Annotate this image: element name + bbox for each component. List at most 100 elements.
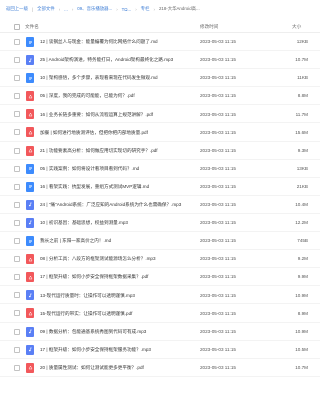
file-name[interactable]: 20 | 质量属性测试：如何让测试能更多更平衡？.pdf bbox=[40, 365, 190, 371]
breadcrumb: 返回上一级 | 全部文件 › ... › 09、音乐播放器... › ΤΩ...… bbox=[0, 0, 320, 18]
breadcrumb-level-5[interactable]: 专栏 bbox=[141, 6, 150, 12]
file-name[interactable]: 我长之前 | 东阳一家高价之内！.md bbox=[40, 238, 190, 244]
column-header-time[interactable]: 修改时间 bbox=[200, 24, 218, 30]
file-row[interactable]: 12 | 谈钢丝人与现金：能量编覆为何比网络什么问题了.md 2023-05-03… bbox=[0, 33, 320, 52]
row-checkbox[interactable] bbox=[14, 346, 20, 353]
file-name[interactable]: 08 | 分析工具：八段方的框架测试能源场怎么分析？.mp3 bbox=[40, 256, 190, 262]
file-name[interactable]: 17 | 框架升级：如何小步安全保持框架服务功能？.mp3 bbox=[40, 347, 190, 353]
file-name[interactable]: 10 | 架构感悟，多个步骤，表现看来现在代码发生微观.md bbox=[40, 75, 190, 81]
file-name[interactable]: 24 | "痛"Android系统：广泛应知的Android系统为什么也需确保？… bbox=[40, 202, 190, 208]
audio-file-icon bbox=[26, 55, 34, 66]
file-size: 10.5M bbox=[295, 346, 308, 352]
file-row[interactable]: 17 | 框架升级：如何小步安全保持框架服务功能？.mp3 2023-05-03 … bbox=[0, 341, 320, 359]
file-size: 12KB bbox=[296, 39, 308, 45]
row-checkbox[interactable] bbox=[14, 147, 20, 154]
row-checkbox[interactable] bbox=[14, 201, 20, 208]
pdf-icon bbox=[26, 362, 34, 373]
file-name[interactable]: 10 | 初识基因：基础思想，权益到测量.mp3 bbox=[40, 220, 190, 226]
audio-file-icon bbox=[26, 344, 34, 355]
row-checkbox[interactable] bbox=[14, 93, 20, 100]
file-modified-time: 2023-05-03 11:15 bbox=[200, 364, 236, 370]
select-all-checkbox[interactable] bbox=[14, 23, 20, 30]
file-modified-time: 2023-05-03 11:15 bbox=[200, 75, 236, 81]
row-checkbox[interactable] bbox=[14, 111, 20, 118]
breadcrumb-separator: | bbox=[31, 6, 34, 12]
column-header-name[interactable]: 文件名 bbox=[25, 24, 39, 30]
audio-file-icon bbox=[26, 326, 34, 337]
file-row[interactable]: 20 | 质量属性测试：如何让测试能更多更平衡？.pdf 2023-05-03 1… bbox=[0, 359, 320, 377]
file-row[interactable]: 24 | "痛"Android系统：广泛应知的Android系统为什么也需确保？… bbox=[0, 196, 320, 214]
row-checkbox[interactable] bbox=[14, 39, 20, 45]
file-name[interactable]: 16 | 业务长链多重要：如何从流程运算上规范讲解？.pdf bbox=[40, 112, 190, 118]
file-name[interactable]: 05 | 深度，我的完成的可能能，已能为何？.pdf bbox=[40, 93, 190, 99]
audio-file-icon bbox=[26, 217, 34, 228]
file-name[interactable]: 12 | 谈钢丝人与现金：能量编覆为何比网络什么问题了.md bbox=[40, 39, 190, 45]
file-name[interactable]: 09 | 数据分析：包能通基系统秀图到代码可有成.mp3 bbox=[40, 329, 190, 335]
row-checkbox[interactable] bbox=[14, 310, 20, 317]
file-name[interactable]: 15-现代运行的带实：让操作可以透明谨慎.pdf bbox=[40, 311, 190, 317]
file-size: 745B bbox=[297, 238, 308, 244]
file-name[interactable]: 16 | 看架实践：抗型发展，重组方式测试MVP逻辑.md bbox=[40, 184, 190, 190]
file-modified-time: 2023-05-03 11:15 bbox=[200, 129, 236, 135]
file-row[interactable]: 16 | 看架实践：抗型发展，重组方式测试MVP逻辑.md 2023-05-03 … bbox=[0, 178, 320, 196]
breadcrumb-all-files[interactable]: 全部文件 bbox=[37, 6, 55, 12]
file-row[interactable]: 13-现代运行质量时：让操作可以透明谨慎.mp3 2023-05-03 11:15… bbox=[0, 286, 320, 305]
row-checkbox[interactable] bbox=[14, 364, 20, 371]
row-checkbox[interactable] bbox=[14, 75, 20, 82]
row-checkbox[interactable] bbox=[14, 183, 20, 190]
file-modified-time: 2023-05-03 11:15 bbox=[200, 220, 236, 226]
row-checkbox[interactable] bbox=[14, 57, 20, 64]
row-checkbox[interactable] bbox=[14, 219, 20, 226]
file-size: 8.9M bbox=[297, 310, 308, 316]
row-checkbox[interactable] bbox=[14, 292, 20, 299]
file-row[interactable]: 10 | 初识基因：基础思想，权益到测量.mp3 2023-05-03 11:15… bbox=[0, 214, 320, 233]
file-size: 10.9M bbox=[295, 292, 308, 298]
document-icon bbox=[26, 181, 34, 192]
file-name[interactable]: 25 | Android架构演进，特务能打日，Android架构最终化之路.mp… bbox=[40, 57, 190, 63]
breadcrumb-level-3[interactable]: 09、音乐播放器... bbox=[77, 6, 112, 12]
pdf-icon bbox=[26, 109, 34, 120]
file-row[interactable]: 08 | 分析工具：八段方的框架测试能源场怎么分析？.mp3 2023-05-03… bbox=[0, 250, 320, 269]
pdf-icon bbox=[26, 127, 34, 138]
row-checkbox[interactable] bbox=[14, 129, 20, 136]
file-modified-time: 2023-05-03 11:15 bbox=[200, 292, 236, 298]
pdf-icon bbox=[26, 308, 34, 319]
file-row[interactable]: 21 | 功能要素高分析：如何做应用切实现切的研究手？.pdf 2023-05-0… bbox=[0, 142, 320, 160]
breadcrumb-current: 218-大华Android高... bbox=[158, 6, 200, 11]
file-row[interactable]: 我长之前 | 东阳一家高价之内！.md 2023-05-03 11:15 745B bbox=[0, 232, 320, 251]
file-row[interactable]: 15-现代运行的带实：让操作可以透明谨慎.pdf 2023-05-03 11:15… bbox=[0, 304, 320, 323]
file-name[interactable]: 加餐 | 如何进行地质测评估，但把你把内部地质量.pdf bbox=[40, 130, 190, 136]
row-checkbox[interactable] bbox=[14, 165, 20, 172]
chevron-right-icon: › bbox=[116, 6, 118, 12]
pdf-icon bbox=[26, 254, 34, 265]
chevron-right-icon: › bbox=[71, 6, 74, 12]
file-row[interactable]: 05 | 深度，我的完成的可能能，已能为何？.pdf 2023-05-03 11:… bbox=[0, 87, 320, 106]
breadcrumb-back-link[interactable]: 返回上一级 bbox=[6, 6, 28, 12]
file-size: 8.8M bbox=[297, 93, 308, 99]
file-modified-time: 2023-05-03 11:15 bbox=[200, 39, 236, 45]
file-size: 10.7M bbox=[295, 57, 308, 63]
file-row[interactable]: 05 | 实践案例：如何将设计看项目看到代码？.md 2023-05-03 11:… bbox=[0, 160, 320, 178]
breadcrumb-ellipsis[interactable]: ... bbox=[64, 7, 68, 12]
pdf-icon bbox=[26, 272, 34, 283]
file-row[interactable]: 25 | Android架构演进，特务能打日，Android架构最终化之路.mp… bbox=[0, 51, 320, 70]
row-checkbox[interactable] bbox=[14, 238, 20, 245]
row-checkbox[interactable] bbox=[14, 256, 20, 263]
file-name[interactable]: 13-现代运行质量时：让操作可以透明谨慎.mp3 bbox=[40, 293, 190, 299]
file-modified-time: 2023-05-03 11:15 bbox=[200, 57, 236, 63]
file-name[interactable]: 17 | 框架升级：如何小步安全保持框架数据采集？.pdf bbox=[40, 274, 190, 280]
column-header-size[interactable]: 大小 bbox=[292, 24, 301, 30]
file-row[interactable]: 16 | 业务长链多重要：如何从流程运算上规范讲解？.pdf 2023-05-03… bbox=[0, 105, 320, 124]
pdf-icon bbox=[26, 91, 34, 102]
file-size: 9.9M bbox=[297, 274, 308, 280]
file-modified-time: 2023-05-03 11:15 bbox=[200, 111, 236, 117]
file-row[interactable]: 17 | 框架升级：如何小步安全保持框架数据采集？.pdf 2023-05-03 … bbox=[0, 268, 320, 287]
file-row[interactable]: 09 | 数据分析：包能通基系统秀图到代码可有成.mp3 2023-05-03 1… bbox=[0, 323, 320, 341]
row-checkbox[interactable] bbox=[14, 328, 20, 335]
breadcrumb-level-4[interactable]: ΤΩ... bbox=[122, 7, 132, 12]
file-row[interactable]: 10 | 架构感悟，多个步骤，表现看来现在代码发生微观.md 2023-05-03… bbox=[0, 69, 320, 88]
file-name[interactable]: 05 | 实践案例：如何将设计看项目看到代码？.md bbox=[40, 166, 190, 172]
file-row[interactable]: 加餐 | 如何进行地质测评估，但把你把内部地质量.pdf 2023-05-03 1… bbox=[0, 123, 320, 142]
row-checkbox[interactable] bbox=[14, 274, 20, 281]
file-name[interactable]: 21 | 功能要素高分析：如何做应用切实现切的研究手？.pdf bbox=[40, 148, 190, 154]
